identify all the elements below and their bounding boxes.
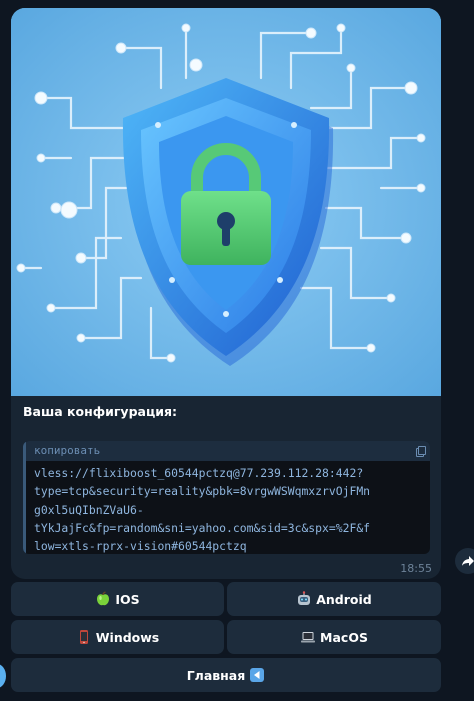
share-button[interactable] — [455, 548, 474, 574]
code-line: tYkJajFc&fp=random&sni=yahoo.com&sid=3c&… — [34, 520, 371, 535]
main-label: Главная — [186, 667, 246, 683]
copy-icon[interactable] — [416, 446, 426, 457]
code-line: g0xl5uQIbnZVaU6- — [34, 502, 144, 517]
config-code-block[interactable]: копировать vless://flixiboost_60544pctzq… — [23, 441, 430, 554]
shield-lock-image[interactable] — [11, 8, 441, 396]
laptop-icon — [301, 632, 316, 643]
code-line: low=xtls-rprx-vision#60544pctzq — [34, 539, 247, 554]
message-time: 18:55 — [400, 562, 432, 575]
macos-button[interactable]: MacOS — [227, 620, 441, 654]
ios-button[interactable]: IOS — [11, 582, 224, 616]
copy-label[interactable]: копировать — [34, 444, 100, 457]
macos-label: MacOS — [320, 629, 368, 645]
share-icon — [462, 556, 474, 566]
avatar[interactable] — [0, 664, 6, 688]
ios-label: IOS — [115, 591, 140, 607]
robot-icon — [298, 591, 311, 605]
code-line: type=tcp&security=reality&pbk=8vrgwWSWqm… — [34, 484, 371, 499]
mobile-phone-icon — [79, 630, 88, 644]
android-label: Android — [316, 591, 372, 607]
config-code-text[interactable]: vless://flixiboost_60544pctzq@77.239.112… — [23, 461, 430, 554]
back-arrow-icon — [250, 668, 265, 682]
code-header[interactable]: копировать — [23, 441, 430, 461]
android-button[interactable]: Android — [227, 582, 441, 616]
windows-button[interactable]: Windows — [11, 620, 224, 654]
config-caption: Ваша конфигурация: — [23, 404, 178, 419]
windows-label: Windows — [95, 629, 160, 645]
green-apple-icon — [97, 591, 110, 606]
code-line: vless://flixiboost_60544pctzq@77.239.112… — [34, 466, 364, 480]
message-bubble: Ваша конфигурация: копировать vless://fl… — [11, 8, 441, 579]
main-menu-button[interactable]: Главная — [11, 658, 441, 692]
